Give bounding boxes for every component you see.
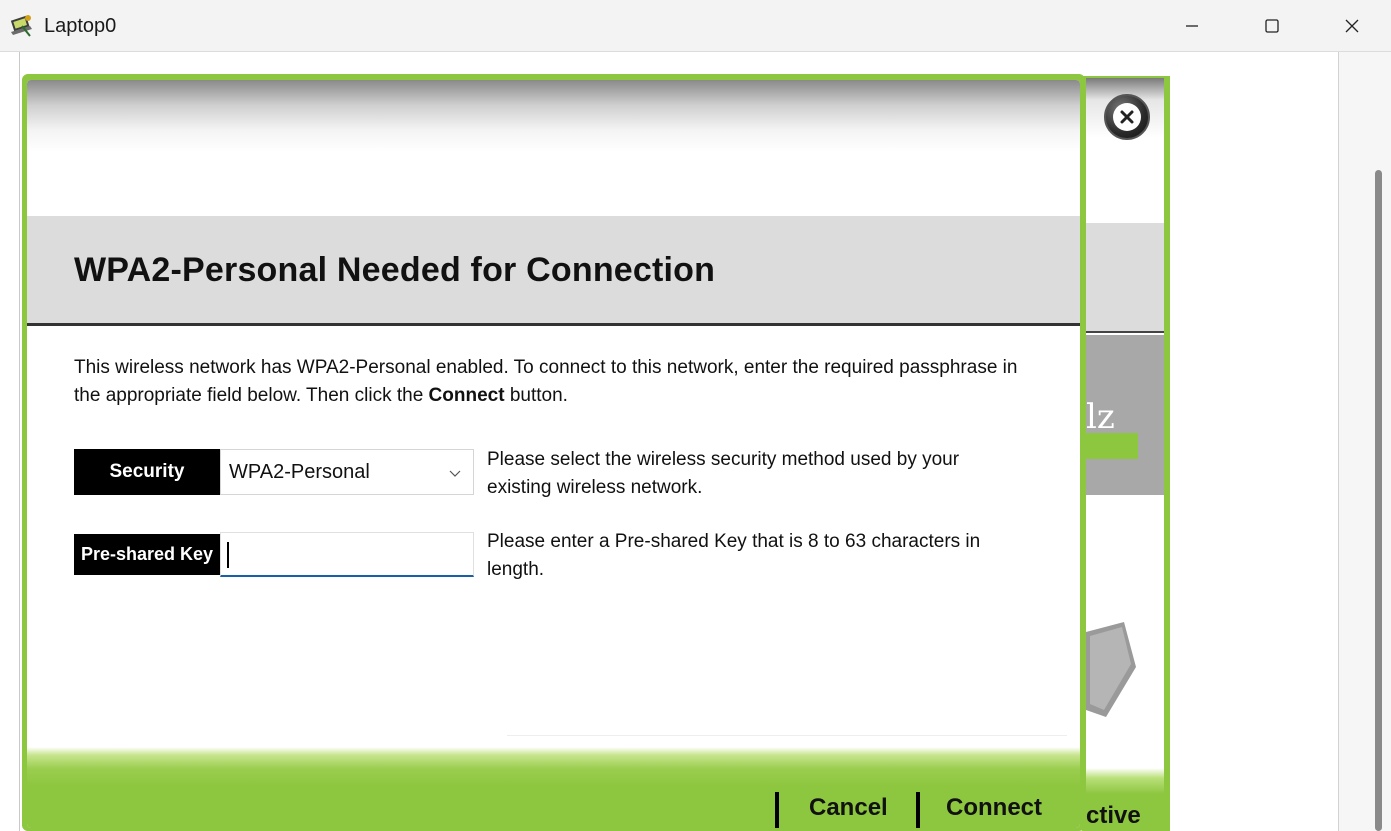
text-caret <box>227 542 229 568</box>
dialog-body: WPA2-Personal Needed for Connection This… <box>27 80 1080 828</box>
psk-hint: Please enter a Pre-shared Key that is 8 … <box>487 531 981 580</box>
dialog-description: This wireless network has WPA2-Personal … <box>74 354 1034 410</box>
close-window-button[interactable] <box>1312 0 1391 52</box>
background-close-button[interactable] <box>1104 94 1150 140</box>
wpa2-dialog: WPA2-Personal Needed for Connection This… <box>22 74 1085 831</box>
psk-input[interactable] <box>220 532 474 577</box>
background-status-fragment: ctive <box>1086 802 1141 829</box>
close-icon <box>1345 19 1359 33</box>
psk-label: Pre-shared Key <box>74 534 220 575</box>
security-selected-value: WPA2-Personal <box>229 460 370 483</box>
footer-divider <box>775 792 779 828</box>
window-titlebar: Laptop0 <box>0 0 1391 52</box>
scrollbar-track[interactable] <box>1338 52 1391 831</box>
close-circle-icon <box>1113 103 1141 131</box>
background-signal-bar <box>1086 433 1138 459</box>
left-divider <box>19 52 20 831</box>
security-label: Security <box>74 449 220 495</box>
description-bold: Connect <box>428 385 505 406</box>
dialog-top-gradient <box>27 80 1080 152</box>
connect-button[interactable]: Connect <box>946 794 1042 822</box>
dialog-title: WPA2-Personal Needed for Connection <box>74 251 716 289</box>
dialog-header: WPA2-Personal Needed for Connection <box>27 216 1080 326</box>
chevron-down-icon <box>449 470 461 477</box>
client-area: lz ctive WPA2-Personal Needed for Connec… <box>0 52 1391 831</box>
maximize-icon <box>1265 19 1279 33</box>
security-select[interactable]: WPA2-Personal <box>220 449 474 495</box>
background-header-strip <box>1086 223 1164 333</box>
minimize-icon <box>1186 25 1198 27</box>
cancel-button[interactable]: Cancel <box>809 794 888 822</box>
dialog-footer <box>27 747 1080 828</box>
footer-divider <box>916 792 920 828</box>
background-fragment-text: lz <box>1086 397 1115 437</box>
security-hint: Please select the wireless security meth… <box>487 449 960 498</box>
minimize-button[interactable] <box>1152 0 1232 52</box>
window-title: Laptop0 <box>44 15 117 37</box>
footer-separator <box>507 735 1067 736</box>
app-icon <box>8 12 36 40</box>
maximize-button[interactable] <box>1232 0 1312 52</box>
description-text-end: button. <box>504 385 568 406</box>
scrollbar-thumb[interactable] <box>1375 170 1382 831</box>
router-device-icon <box>1086 622 1136 717</box>
